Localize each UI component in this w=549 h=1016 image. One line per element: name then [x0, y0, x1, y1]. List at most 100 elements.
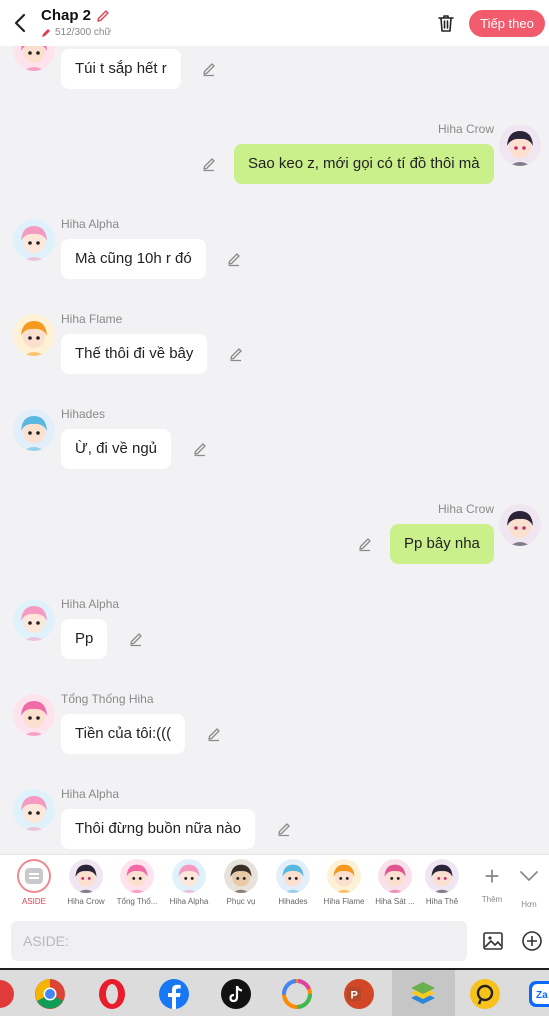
plus-icon: + — [484, 861, 500, 891]
avatar[interactable] — [13, 46, 55, 71]
sender-name: Tổng Thống Hiha — [61, 692, 154, 706]
aside-icon — [17, 859, 51, 893]
chevron-down-icon — [520, 871, 538, 881]
message-input[interactable] — [11, 921, 467, 961]
top-bar: Chap 2 512/300 chữ Tiếp theo — [0, 0, 549, 46]
message-bubble[interactable]: Pp — [61, 619, 108, 659]
app-icon[interactable] — [469, 978, 501, 1010]
pencil-icon[interactable] — [226, 251, 242, 267]
character-label: Hiha Thê — [425, 897, 459, 906]
character-option[interactable]: Hiha Thê — [416, 859, 468, 906]
character-option[interactable]: Hiha Sát ... — [369, 859, 421, 906]
character-avatar — [224, 859, 258, 893]
zalo-icon[interactable]: Za — [528, 978, 549, 1010]
character-option[interactable]: Hiha Crow — [60, 859, 112, 906]
character-label: Hiha Sát ... — [375, 897, 415, 906]
character-aside[interactable]: ASIDE — [8, 859, 60, 906]
character-label: Tổng Thố... — [116, 897, 158, 906]
avatar[interactable] — [13, 789, 55, 831]
message-bubble[interactable]: Mà cũng 10h r đó — [61, 239, 206, 279]
pencil-icon[interactable] — [206, 726, 222, 742]
svg-text:Za: Za — [536, 990, 548, 1001]
avatar[interactable] — [13, 694, 55, 736]
sender-name: Hiha Flame — [61, 312, 123, 326]
message-left: Hiha Alpha Mà cũng 10h r đó — [0, 209, 549, 304]
message-right: Hiha Crow Pp bây nha — [0, 494, 549, 589]
chat-area[interactable]: Túi t sắp hết r Hiha Crow Sao keo z, mới … — [0, 46, 549, 854]
message-bubble[interactable]: Pp bây nha — [390, 524, 494, 564]
character-avatar — [276, 859, 310, 893]
message-left: Hihades Ừ, đi về ngủ — [0, 399, 549, 494]
sender-name: Hiha Crow — [437, 122, 494, 136]
chrome-icon[interactable] — [34, 978, 66, 1010]
avatar[interactable] — [13, 219, 55, 261]
character-avatar — [69, 859, 103, 893]
message-right: Hiha Crow Sao keo z, mới gọi có tí đồ thô… — [0, 114, 549, 209]
message-bubble[interactable]: Thế thôi đi về bây — [61, 334, 208, 374]
message-left: Tổng Thống Hiha Tiền của tôi:((( — [0, 684, 549, 779]
pencil-icon[interactable] — [276, 821, 292, 837]
character-label: ASIDE — [21, 897, 46, 906]
trash-icon[interactable] — [436, 13, 456, 33]
pencil-icon[interactable] — [192, 441, 208, 457]
message-left: Túi t sắp hết r — [0, 46, 549, 114]
character-option[interactable]: Hiha Alpha — [163, 859, 215, 906]
bluestacks-icon[interactable] — [407, 978, 439, 1010]
avatar[interactable] — [13, 599, 55, 641]
pencil-icon[interactable] — [201, 156, 217, 172]
message-bubble[interactable]: Túi t sắp hết r — [61, 49, 181, 89]
character-option[interactable]: Phục vụ — [215, 859, 267, 906]
avatar[interactable] — [499, 504, 541, 546]
sender-name: Hiha Alpha — [61, 787, 120, 801]
message-left: Hiha Alpha Thôi đừng buồn nữa nào — [0, 779, 549, 854]
message-bubble[interactable]: Sao keo z, mới gọi có tí đồ thôi mà — [234, 144, 494, 184]
message-bubble[interactable]: Ừ, đi về ngủ — [61, 429, 172, 469]
tiktok-icon[interactable] — [220, 978, 252, 1010]
facebook-icon[interactable] — [158, 978, 190, 1010]
character-avatar — [378, 859, 412, 893]
pencil-icon[interactable] — [128, 631, 144, 647]
character-label: Hiha Alpha — [169, 897, 209, 906]
add-circle-icon[interactable] — [521, 930, 543, 952]
back-arrow-icon[interactable] — [10, 12, 32, 34]
pencil-icon[interactable] — [201, 61, 217, 77]
powerpoint-icon[interactable]: P — [343, 978, 375, 1010]
message-bubble[interactable]: Tiền của tôi:((( — [61, 714, 186, 754]
sender-name: Hiha Crow — [437, 502, 494, 516]
svg-text:P: P — [351, 990, 358, 1002]
more-label: Hơn — [521, 900, 537, 909]
sender-name: Hiha Alpha — [61, 597, 120, 611]
more-button[interactable]: Hơn — [511, 859, 547, 909]
chapter-title[interactable]: Chap 2 — [41, 7, 91, 24]
partial-app-icon[interactable] — [0, 978, 16, 1010]
character-avatar — [172, 859, 206, 893]
pencil-icon[interactable] — [357, 536, 373, 552]
character-option[interactable]: Tổng Thố... — [111, 859, 163, 906]
character-option[interactable]: Hiha Flame — [318, 859, 370, 906]
sender-name: Hiha Alpha — [61, 217, 120, 231]
add-character-button[interactable]: + Thêm — [474, 859, 510, 904]
character-avatar — [327, 859, 361, 893]
opera-icon[interactable] — [96, 978, 128, 1010]
avatar[interactable] — [13, 409, 55, 451]
next-button[interactable]: Tiếp theo — [469, 10, 545, 37]
character-option[interactable]: Hihades — [267, 859, 319, 906]
image-icon[interactable] — [482, 930, 504, 952]
message-bubble[interactable]: Thôi đừng buồn nữa nào — [61, 809, 256, 849]
pencil-icon[interactable] — [228, 346, 244, 362]
sender-name: Hihades — [61, 407, 106, 421]
photos-icon[interactable] — [281, 978, 313, 1010]
character-label: Phục vụ — [226, 897, 256, 906]
message-left: Hiha Alpha Pp — [0, 589, 549, 684]
pen-small-icon — [42, 28, 50, 37]
input-bar — [0, 912, 549, 968]
message-left: Hiha Flame Thế thôi đi về bây — [0, 304, 549, 399]
character-label: Hiha Crow — [67, 897, 105, 906]
avatar[interactable] — [499, 124, 541, 166]
character-label: Hiha Flame — [323, 897, 365, 906]
character-avatar — [120, 859, 154, 893]
character-avatar — [425, 859, 459, 893]
pencil-icon[interactable] — [95, 8, 111, 24]
title-block: Chap 2 512/300 chữ — [41, 7, 111, 38]
avatar[interactable] — [13, 314, 55, 356]
